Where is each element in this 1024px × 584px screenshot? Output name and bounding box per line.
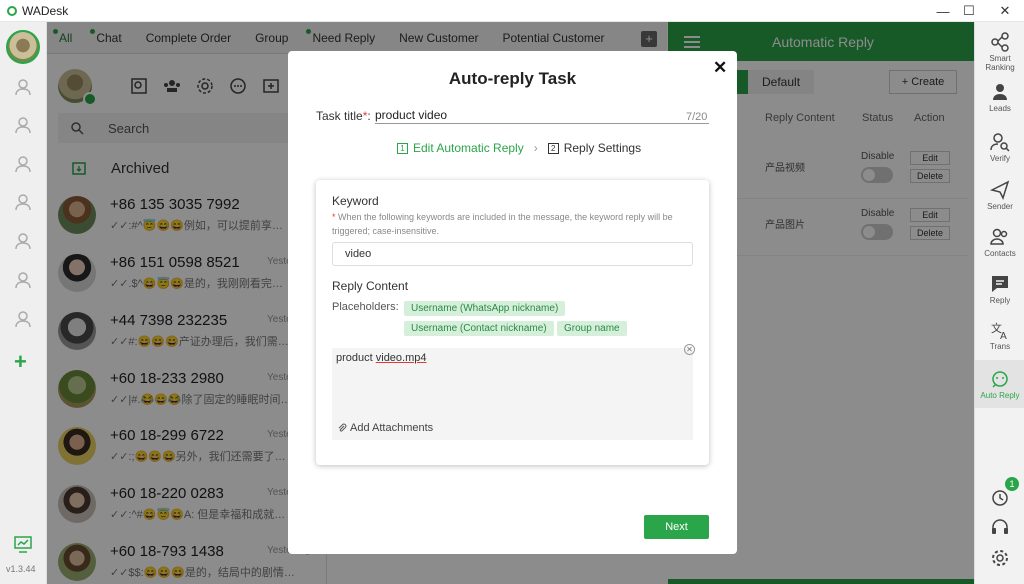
step-edit-automatic-reply[interactable]: 1 Edit Automatic Reply [397, 141, 524, 155]
next-button[interactable]: Next [644, 515, 709, 539]
account-slot-icon[interactable] [13, 115, 33, 135]
contacts-icon [990, 228, 1008, 245]
sidebar-item-verify[interactable]: Verify [975, 132, 1024, 163]
sidebar-label: Auto Reply [980, 391, 1020, 400]
char-count: 7/20 [686, 111, 708, 123]
send-icon [990, 180, 1010, 200]
reply-icon [992, 276, 1008, 292]
translate-icon: 文A [991, 321, 1007, 340]
sidebar-label: Contacts [984, 249, 1016, 258]
add-account-icon[interactable]: + [14, 349, 27, 375]
monitor-icon[interactable] [13, 534, 33, 554]
placeholder-chip[interactable]: Group name [557, 321, 627, 336]
task-title-input[interactable]: product video [375, 108, 709, 124]
title-bar: WADesk — ☐ ✕ [0, 0, 1024, 22]
reply-content-label: Reply Content [332, 279, 409, 293]
sidebar-label: Smart Ranking [985, 54, 1015, 72]
keyword-note: * When the following keywords are includ… [332, 212, 673, 236]
sidebar-item-trans[interactable]: 文A Trans [975, 320, 1024, 351]
auto-reply-icon [992, 371, 1008, 388]
placeholders-label: Placeholders: [332, 301, 399, 313]
account-slot-icon[interactable] [13, 270, 33, 290]
network-icon [991, 32, 1009, 52]
app-logo-icon [7, 5, 17, 16]
account-slot-icon[interactable] [13, 309, 33, 329]
account-rail: + v1.3.44 [0, 22, 47, 584]
sidebar-label: Verify [989, 154, 1010, 163]
add-attachments-button[interactable]: Add Attachments [337, 422, 433, 434]
account-slot-icon[interactable] [13, 192, 33, 212]
sidebar-item-reply[interactable]: Reply [975, 274, 1024, 305]
gear-icon[interactable] [990, 548, 1010, 568]
sidebar-label: Reply [989, 296, 1011, 305]
app-title: WADesk [22, 3, 69, 18]
sidebar-label: Trans [989, 342, 1011, 351]
headset-icon[interactable] [990, 517, 1010, 537]
account-slot-icon[interactable] [13, 77, 33, 97]
account-slot-icon[interactable] [13, 231, 33, 251]
chevron-right-icon: › [533, 141, 538, 155]
reply-config-card: Keyword * When the following keywords ar… [316, 180, 709, 465]
step-reply-settings[interactable]: 2 Reply Settings [547, 141, 641, 155]
placeholder-chip[interactable]: Username (WhatsApp nickname) [404, 301, 566, 316]
task-title-label: Task title*: [316, 109, 371, 123]
right-tool-sidebar: Smart Ranking Leads Verify Sender Contac… [974, 22, 1024, 584]
alarm-clock-icon[interactable] [990, 487, 1010, 507]
step-indicator: 1 Edit Automatic Reply › 2 Reply Settings [397, 141, 641, 155]
notification-badge: 1 [1005, 477, 1019, 491]
clear-icon[interactable]: ✕ [684, 344, 695, 355]
auto-reply-task-modal: Auto-reply Task ✕ Task title*: product v… [288, 51, 737, 554]
reply-text: product video.mp4 [336, 352, 427, 364]
close-window-button[interactable]: ✕ [982, 0, 1024, 22]
sidebar-item-contacts[interactable]: Contacts [975, 227, 1024, 258]
current-account-avatar[interactable] [6, 30, 40, 64]
sidebar-item-leads[interactable]: Leads [975, 82, 1024, 113]
account-slot-icon[interactable] [13, 154, 33, 174]
verify-icon [990, 133, 1010, 152]
version-label: v1.3.44 [6, 564, 36, 574]
leads-icon [993, 84, 1007, 100]
reply-content-textarea[interactable]: product video.mp4 ✕ Add Attachments [332, 344, 695, 440]
sidebar-item-smart-ranking[interactable]: Smart Ranking [975, 32, 1024, 72]
sidebar-label: Sender [987, 202, 1013, 211]
close-icon[interactable]: ✕ [713, 58, 727, 78]
keyword-label: Keyword [332, 194, 379, 208]
paperclip-icon [338, 423, 347, 432]
svg-text:A: A [1000, 331, 1007, 340]
sidebar-item-auto-reply[interactable]: Auto Reply [975, 360, 1024, 408]
modal-title: Auto-reply Task [448, 69, 577, 88]
keyword-input[interactable]: video [332, 242, 693, 266]
sidebar-label: Leads [989, 104, 1011, 113]
sidebar-item-sender[interactable]: Sender [975, 180, 1024, 211]
placeholder-chip[interactable]: Username (Contact nickname) [404, 321, 554, 336]
